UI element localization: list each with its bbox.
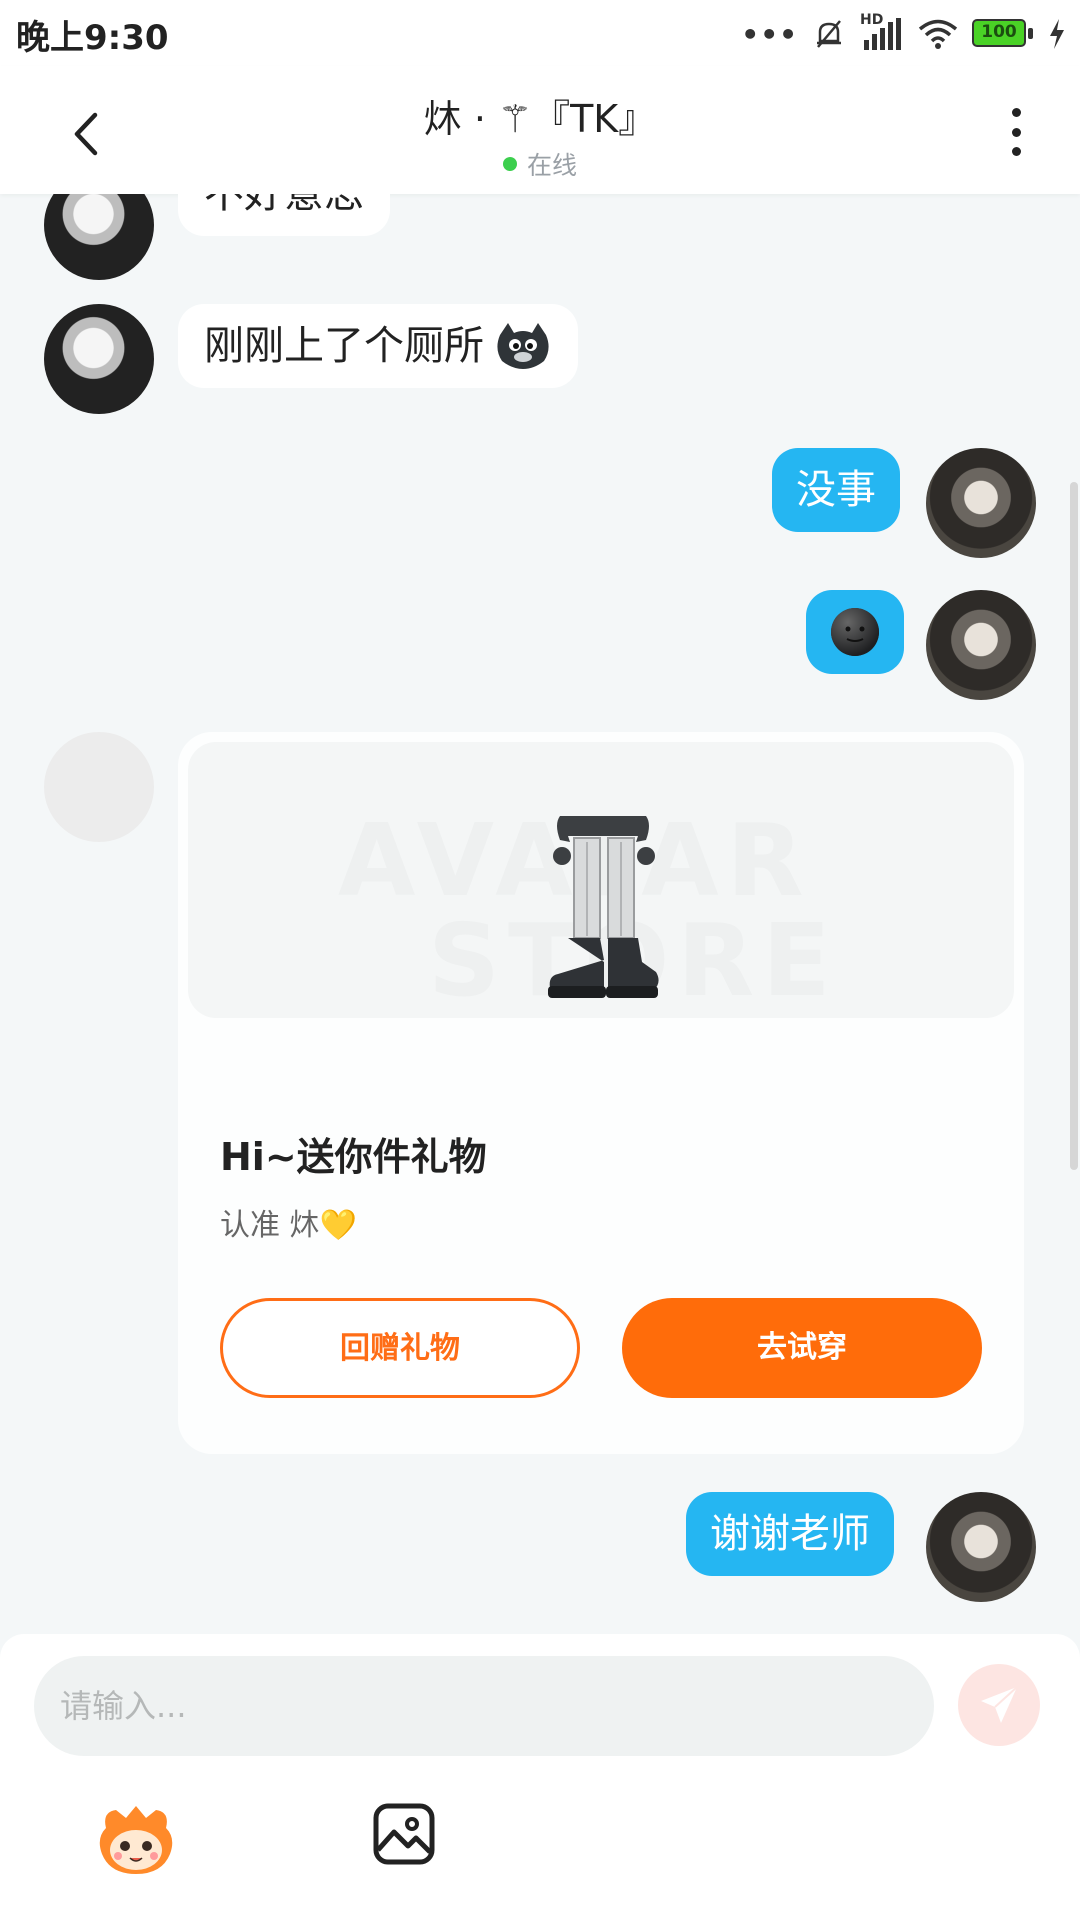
gift-title: Hi~送你件礼物 xyxy=(220,1135,487,1179)
message-bubble[interactable]: 谢谢老师 xyxy=(686,1492,894,1576)
avatar[interactable] xyxy=(926,1492,1036,1602)
more-dot xyxy=(1011,127,1021,137)
send-icon xyxy=(981,1686,1018,1723)
wifi-icon xyxy=(918,19,958,49)
emoji-mascot-button[interactable] xyxy=(96,1802,176,1878)
message-bubble[interactable]: 没事 xyxy=(772,448,900,532)
dark-face-emoji-icon xyxy=(831,608,879,656)
message-bubble[interactable]: 刚刚上了个厕所 xyxy=(178,304,578,388)
charging-icon xyxy=(1050,19,1064,49)
status-time: 晚上9:30 xyxy=(16,18,169,58)
battery-level: 100 xyxy=(981,22,1017,42)
page-title: 炑 · ⚚『TK』 xyxy=(423,97,657,141)
online-status-text: 在线 xyxy=(526,151,577,180)
more-dot xyxy=(1011,147,1021,156)
signal-icon: HD xyxy=(860,12,904,52)
image-picker-button[interactable] xyxy=(372,1802,436,1866)
more-vertical-icon xyxy=(1011,108,1021,117)
message-bubble[interactable]: 不好意思 xyxy=(178,194,390,236)
status-icons: ••• HD 100 xyxy=(741,12,1066,54)
chat-header: 炑 · ⚚『TK』 在线 xyxy=(0,66,1080,194)
message-bubble[interactable] xyxy=(806,590,904,674)
gift-subtitle: 认准 炑💛 xyxy=(220,1208,357,1243)
try-on-button[interactable]: 去试穿 xyxy=(622,1298,982,1398)
online-status: 在线 xyxy=(0,146,1080,182)
more-dots-icon: ••• xyxy=(741,17,798,51)
message-input[interactable] xyxy=(34,1656,934,1756)
scrollbar[interactable] xyxy=(1070,482,1078,1170)
gift-card[interactable]: AVATAR STORE Hi~送你件礼物 认准 炑💛 回赠礼物 去试穿 xyxy=(178,732,1024,1454)
boots-item-icon xyxy=(548,816,659,998)
gift-image: AVATAR STORE xyxy=(188,742,1014,1018)
avatar[interactable] xyxy=(44,304,154,414)
status-bar: 晚上9:30 ••• HD 100 xyxy=(0,0,1080,66)
image-icon xyxy=(373,1803,435,1865)
more-options-button[interactable] xyxy=(996,102,1036,162)
online-dot-icon xyxy=(502,157,517,171)
avatar[interactable] xyxy=(926,590,1036,700)
battery-icon: 100 xyxy=(972,19,1034,49)
return-gift-button[interactable]: 回赠礼物 xyxy=(220,1298,580,1398)
cat-emoji-icon xyxy=(497,323,549,369)
mute-bell-icon xyxy=(817,20,841,48)
message-list[interactable]: 不好意思 刚刚上了个厕所 没事 AVATAR STORE xyxy=(0,194,1080,1634)
avatar[interactable] xyxy=(44,732,154,842)
composer xyxy=(0,1634,1080,1920)
avatar[interactable] xyxy=(926,448,1036,558)
send-button[interactable] xyxy=(958,1664,1040,1746)
message-text: 刚刚上了个厕所 xyxy=(204,323,484,369)
emoji-mascot-icon xyxy=(99,1806,173,1874)
avatar[interactable] xyxy=(44,194,154,280)
